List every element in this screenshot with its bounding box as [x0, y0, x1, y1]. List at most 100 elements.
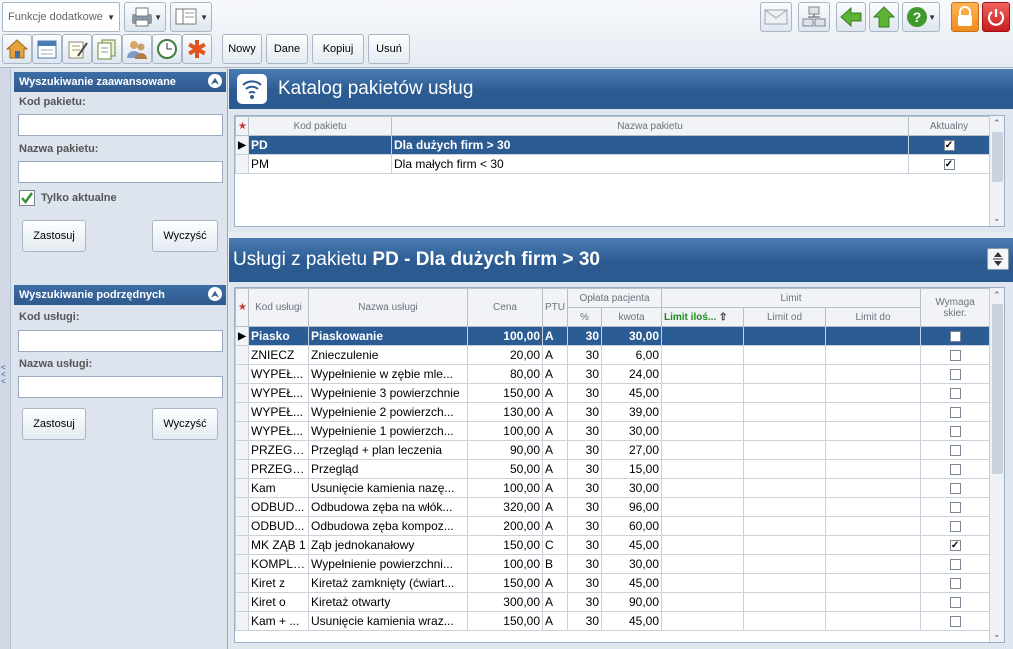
limit-qty-cell[interactable] [661, 516, 744, 536]
limit-qty-cell[interactable] [661, 440, 744, 460]
clock-button[interactable] [152, 34, 182, 64]
service-code-input[interactable] [18, 330, 223, 352]
percent-cell[interactable]: 30 [567, 573, 602, 593]
power-button[interactable] [982, 2, 1010, 32]
current-cell[interactable]: ✓ [908, 154, 990, 174]
functions-combo[interactable]: Funkcje dodatkowe ▼ [2, 2, 120, 32]
ptu-cell[interactable]: A [542, 497, 568, 517]
expand-collapse-button[interactable] [987, 248, 1009, 270]
limit-from-cell[interactable] [743, 402, 826, 422]
referral-checkbox[interactable] [949, 483, 961, 495]
referral-checkbox[interactable] [949, 597, 961, 609]
service-code-cell[interactable]: ZNIECZ [248, 345, 309, 365]
ptu-cell[interactable]: A [542, 364, 568, 384]
referral-checkbox[interactable] [949, 407, 961, 419]
table-row[interactable]: PRZEGL... Przegląd 50,00 A 30 15,00 [235, 459, 991, 479]
limit-from-cell[interactable] [743, 535, 826, 555]
referral-checkbox[interactable] [949, 616, 961, 628]
service-name-cell[interactable]: Kiretaż otwarty [308, 592, 468, 612]
new-button[interactable]: Nowy [222, 34, 262, 64]
network-button[interactable] [798, 2, 830, 32]
referral-cell[interactable]: ✓ [920, 535, 991, 555]
package-name-cell[interactable]: Dla dużych firm > 30 [391, 135, 909, 155]
service-name-cell[interactable]: Wypełnienie 1 powierzch... [308, 421, 468, 441]
ptu-cell[interactable]: A [542, 440, 568, 460]
home-button[interactable] [2, 34, 32, 64]
table-row[interactable]: Kiret z Kiretaż zamknięty (ćwiart... 150,0… [235, 573, 991, 593]
limit-from-cell[interactable] [743, 611, 826, 631]
amount-cell[interactable]: 6,00 [601, 345, 662, 365]
service-name-cell[interactable]: Przegląd + plan leczenia [308, 440, 468, 460]
limit-qty-cell[interactable] [661, 364, 744, 384]
column-header-current[interactable]: Aktualny [908, 116, 990, 136]
ptu-cell[interactable]: A [542, 611, 568, 631]
ptu-cell[interactable]: A [542, 478, 568, 498]
referral-cell[interactable] [920, 364, 991, 384]
scroll-down-icon[interactable]: ⌄ [993, 629, 1001, 640]
referral-cell[interactable] [920, 611, 991, 631]
sub-search-header[interactable]: Wyszukiwanie podrzędnych ⮝ [14, 285, 226, 305]
table-row[interactable]: PM Dla małych firm < 30 ✓ [235, 154, 990, 174]
price-cell[interactable]: 150,00 [467, 535, 543, 555]
referral-cell[interactable] [920, 459, 991, 479]
lock-button[interactable] [951, 2, 979, 32]
service-code-cell[interactable]: WYPEŁ... [248, 383, 309, 403]
price-cell[interactable]: 100,00 [467, 554, 543, 574]
amount-cell[interactable]: 30,00 [601, 421, 662, 441]
limit-to-cell[interactable] [824, 497, 922, 517]
service-code-cell[interactable]: Piasko [248, 326, 309, 346]
referral-checkbox[interactable] [949, 369, 961, 381]
service-name-cell[interactable]: Ząb jednokanałowy [308, 535, 468, 555]
service-code-cell[interactable]: Kam + ... [248, 611, 309, 631]
limit-to-cell[interactable] [824, 573, 922, 593]
price-cell[interactable]: 20,00 [467, 345, 543, 365]
limit-from-cell[interactable] [743, 459, 826, 479]
service-code-cell[interactable]: WYPEŁ... [248, 421, 309, 441]
panel-splitter[interactable]: < < < [0, 68, 11, 649]
price-cell[interactable]: 320,00 [467, 497, 543, 517]
medical-button[interactable] [182, 34, 212, 64]
advanced-search-header[interactable]: Wyszukiwanie zaawansowane ⮝ [14, 72, 226, 92]
collapse-up-icon[interactable]: ⮝ [208, 74, 222, 88]
table-row[interactable]: Kam Usunięcie kamienia nazę... 100,00 A 30 30… [235, 478, 991, 498]
apply-advanced-button[interactable]: Zastosuj [22, 220, 86, 252]
ptu-cell[interactable]: A [542, 573, 568, 593]
service-code-cell[interactable]: ODBUD... [248, 497, 309, 517]
limit-from-cell[interactable] [743, 440, 826, 460]
referral-checkbox[interactable] [949, 445, 961, 457]
referral-checkbox[interactable] [949, 426, 961, 438]
column-header-package-code[interactable]: Kod pakietu [248, 116, 392, 136]
percent-cell[interactable]: 30 [567, 421, 602, 441]
service-code-cell[interactable]: PRZEGL... [248, 459, 309, 479]
table-row[interactable]: Kiret o Kiretaż otwarty 300,00 A 30 90,00 [235, 592, 991, 612]
referral-cell[interactable] [920, 383, 991, 403]
referral-checkbox[interactable] [949, 521, 961, 533]
limit-from-cell[interactable] [743, 497, 826, 517]
limit-qty-cell[interactable] [661, 402, 744, 422]
limit-qty-cell[interactable] [661, 478, 744, 498]
limit-qty-cell[interactable] [661, 497, 744, 517]
price-cell[interactable]: 200,00 [467, 516, 543, 536]
service-code-cell[interactable]: Kiret z [248, 573, 309, 593]
limit-to-cell[interactable] [824, 516, 922, 536]
price-cell[interactable]: 130,00 [467, 402, 543, 422]
table-row[interactable]: WYPEŁ... Wypełnienie w zębie mle... 80,00 A… [235, 364, 991, 384]
column-header-limit-to[interactable]: Limit do [824, 307, 922, 327]
view-layout-button[interactable]: ▼ [170, 2, 212, 32]
service-name-cell[interactable]: Usunięcie kamienia nazę... [308, 478, 468, 498]
service-code-cell[interactable]: KOMPLE... [248, 554, 309, 574]
up-button[interactable] [869, 2, 899, 32]
limit-to-cell[interactable] [824, 326, 922, 346]
column-header-limit-from[interactable]: Limit od [743, 307, 826, 327]
referral-cell[interactable] [920, 421, 991, 441]
table-row[interactable]: WYPEŁ... Wypełnienie 1 powierzch... 100,00… [235, 421, 991, 441]
package-name-input[interactable] [18, 161, 223, 183]
limit-from-cell[interactable] [743, 554, 826, 574]
amount-cell[interactable]: 30,00 [601, 554, 662, 574]
service-name-cell[interactable]: Wypełnienie 3 powierzchnie [308, 383, 468, 403]
limit-qty-cell[interactable] [661, 326, 744, 346]
percent-cell[interactable]: 30 [567, 478, 602, 498]
percent-cell[interactable]: 30 [567, 383, 602, 403]
price-cell[interactable]: 150,00 [467, 383, 543, 403]
amount-cell[interactable]: 24,00 [601, 364, 662, 384]
